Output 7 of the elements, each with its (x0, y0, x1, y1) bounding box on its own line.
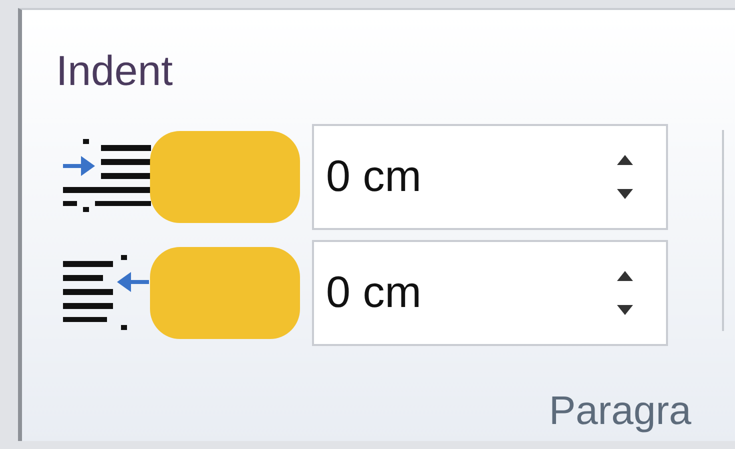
indent-right-icon (61, 253, 151, 333)
spin-field[interactable]: 0 cm (312, 124, 668, 230)
group-label: Paragra (549, 391, 692, 431)
group-heading: Indent (56, 50, 174, 92)
field-value: 0 cm (326, 155, 422, 199)
spin-field[interactable]: 0 cm (312, 240, 668, 346)
field-value: 0 cm (326, 271, 422, 315)
